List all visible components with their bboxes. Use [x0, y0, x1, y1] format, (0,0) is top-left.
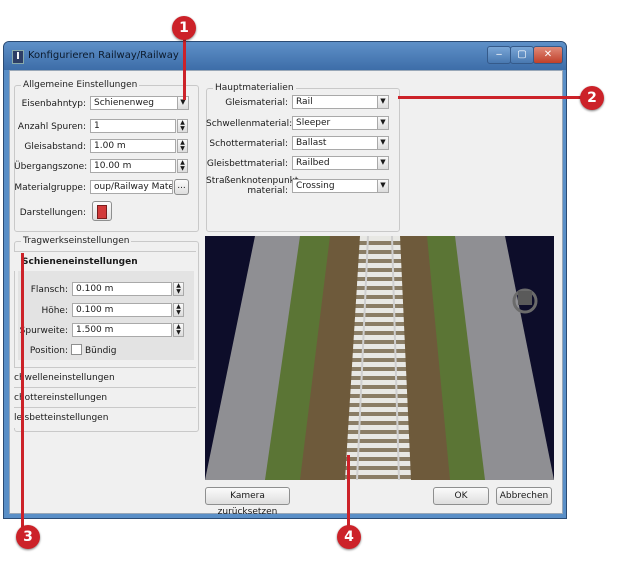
representations-button[interactable] [92, 201, 112, 221]
rail-material-dropdown-icon[interactable]: ▼ [377, 95, 389, 109]
transition-zone-spinner[interactable]: ▲ ▼ [177, 159, 188, 173]
gauge-spinner[interactable]: ▲ ▼ [173, 323, 184, 337]
general-settings-legend: Allgemeine Einstellungen [23, 80, 138, 90]
ballast-material-label: Schottermaterial: [209, 139, 288, 149]
crossing-material-dropdown-icon[interactable]: ▼ [377, 179, 389, 193]
track-spacing-label: Gleisabstand: [24, 142, 86, 152]
material-group-browse-button[interactable]: ... [174, 179, 189, 195]
crossing-material-select[interactable]: Crossing [292, 179, 378, 193]
ballast-material-select[interactable]: Ballast [292, 136, 378, 150]
crossing-label-line2: material: [247, 186, 288, 196]
maximize-button[interactable]: ▢ [510, 46, 534, 64]
main-materials-legend: Hauptmaterialien [215, 83, 294, 93]
callout-3: 3 [16, 525, 40, 549]
rail-material-select[interactable]: Rail [292, 95, 378, 109]
sleeper-material-dropdown-icon[interactable]: ▼ [377, 116, 389, 130]
gauge-input[interactable]: 1.500 m [72, 323, 172, 337]
callout-4-line [347, 455, 350, 530]
railbed-material-dropdown-icon[interactable]: ▼ [377, 156, 389, 170]
flush-checkbox[interactable] [71, 344, 82, 355]
height-input[interactable]: 0.100 m [72, 303, 172, 317]
track-spacing-input[interactable]: 1.00 m [90, 139, 176, 153]
background [0, 0, 627, 41]
sleeper-material-select[interactable]: Sleeper [292, 116, 378, 130]
railway-type-select[interactable]: Schienenweg [90, 96, 178, 110]
tab-sleeper-settings[interactable]: chwelleneinstellungen [14, 367, 196, 388]
callout-1: 1 [172, 16, 196, 40]
tab-rail-settings-label: Schieneneinstellungen [22, 257, 138, 267]
3d-preview-viewport[interactable] [205, 236, 554, 480]
app-icon: I [12, 50, 24, 64]
material-group-label: Materialgruppe: [14, 183, 86, 193]
minimize-button[interactable]: ‒ [487, 46, 511, 64]
material-group-field[interactable]: oup/Railway Materials [90, 180, 173, 194]
crossing-material-label: Straßenknotenpunkt- material: [206, 176, 302, 196]
tab-railbed-settings[interactable]: leisbetteinstellungen [14, 407, 196, 428]
sleeper-material-label: Schwellenmaterial: [206, 119, 293, 129]
close-button[interactable]: ✕ [533, 46, 563, 64]
reset-camera-button[interactable]: Kamera zurücksetzen [205, 487, 290, 517]
flush-checkbox-label: Bündig [85, 346, 117, 356]
callout-2-line [398, 96, 586, 99]
railbed-material-select[interactable]: Railbed [292, 156, 378, 170]
callout-2: 2 [580, 86, 604, 110]
railway-type-label: Eisenbahntyp: [21, 99, 86, 109]
track-count-label: Anzahl Spuren: [17, 122, 86, 132]
ballast-material-dropdown-icon[interactable]: ▼ [377, 136, 389, 150]
tab-ballast-settings[interactable]: chottereinstellungen [14, 387, 196, 408]
track-count-spinner[interactable]: ▲ ▼ [177, 119, 188, 133]
structure-settings-legend: Tragwerkseinstellungen [23, 236, 130, 246]
tab-ballast-settings-label: chottereinstellungen [14, 393, 108, 403]
cancel-button[interactable]: Abbrechen [496, 487, 552, 505]
representation-icon [97, 205, 107, 219]
track-count-input[interactable]: 1 [90, 119, 176, 133]
flange-input[interactable]: 0.100 m [72, 282, 172, 296]
track-spacing-spinner[interactable]: ▲ ▼ [177, 139, 188, 153]
tab-rail-settings[interactable]: Schieneneinstellungen [14, 251, 196, 271]
railbed-material-label: Gleisbettmaterial: [206, 159, 288, 169]
transition-zone-label: Übergangszone: [14, 162, 88, 172]
ok-button[interactable]: OK [433, 487, 489, 505]
callout-4: 4 [337, 525, 361, 549]
flange-spinner[interactable]: ▲ ▼ [173, 282, 184, 296]
tab-sleeper-settings-label: chwelleneinstellungen [14, 373, 115, 383]
crossing-label-line1: Straßenknotenpunkt- [206, 176, 302, 186]
height-spinner[interactable]: ▲ ▼ [173, 303, 184, 317]
representations-label: Darstellungen: [19, 208, 86, 218]
tab-railbed-settings-label: leisbetteinstellungen [14, 413, 109, 423]
callout-3-line [21, 253, 24, 528]
window-title: Konfigurieren Railway/Railway [28, 50, 179, 61]
rail-material-label: Gleismaterial: [225, 98, 288, 108]
railway-preview-render [205, 236, 554, 480]
callout-1-line [183, 30, 186, 100]
transition-zone-input[interactable]: 10.00 m [90, 159, 176, 173]
